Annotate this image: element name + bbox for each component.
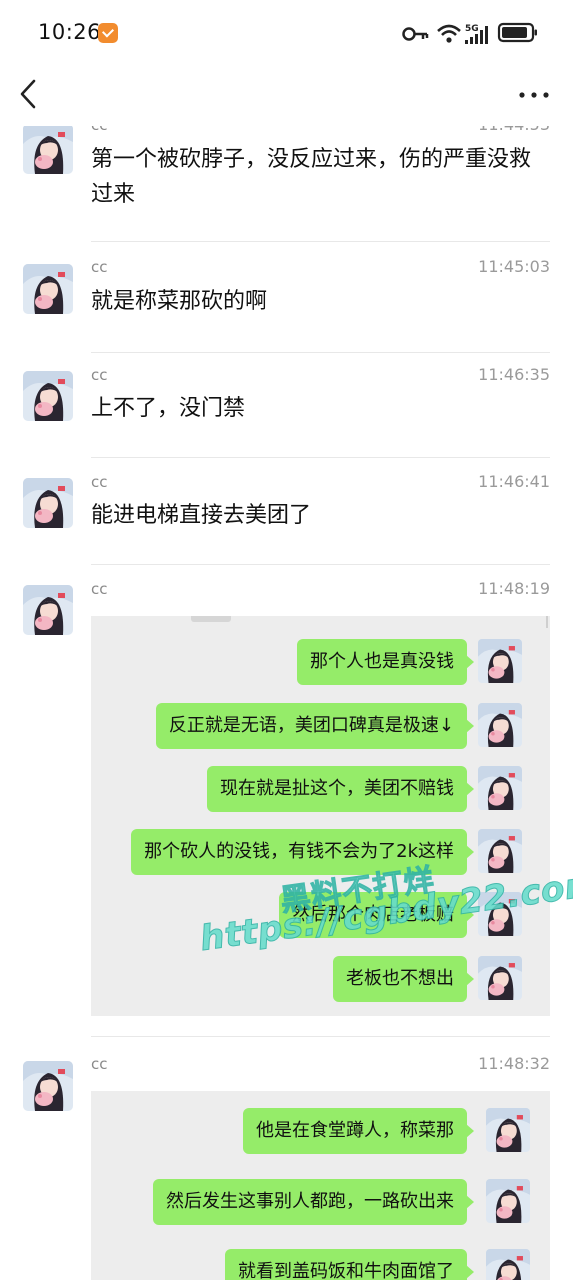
- more-icon[interactable]: [517, 82, 551, 108]
- avatar: [478, 703, 522, 747]
- chat-screenshot[interactable]: 那个人也是真没钱 反正就是无语，美团口碑真是极速↓ 现在就是扯这个，美团不赔钱 …: [91, 616, 550, 1016]
- avatar: [478, 829, 522, 873]
- sender-name: cc: [91, 366, 108, 384]
- blurred-label: [191, 616, 231, 622]
- nav-bar: [0, 64, 573, 126]
- divider: [91, 241, 550, 242]
- avatar[interactable]: [23, 371, 73, 421]
- message-time: 11:44:53: [478, 126, 550, 134]
- chat-screenshot[interactable]: 他是在食堂蹲人，称菜那 然后发生这事别人都跑，一路砍出来 就看到盖码饭和牛肉面馆…: [91, 1091, 550, 1280]
- avatar[interactable]: [23, 264, 73, 314]
- message-text: 能进电梯直接去美团了: [91, 503, 312, 528]
- avatar: [478, 639, 522, 683]
- avatar[interactable]: [23, 585, 73, 635]
- sender-name: cc: [91, 258, 108, 276]
- sender-name: cc: [91, 473, 108, 491]
- message-text: 就是称菜那砍的啊: [91, 289, 268, 314]
- sender-name: cc: [91, 1055, 108, 1073]
- message-text: 第一个被砍脖子，没反应过来，伤的严重没救过来: [91, 147, 532, 207]
- sender-name: cc: [91, 580, 108, 598]
- status-time: 10:26: [38, 20, 102, 44]
- avatar: [478, 766, 522, 810]
- chat-bubble: 现在就是扯这个，美团不赔钱: [207, 766, 474, 812]
- message-text: 上不了，没门禁: [91, 396, 246, 421]
- status-icons: 5G: [402, 22, 537, 44]
- message-time: 11:48:19: [478, 579, 550, 598]
- divider: [91, 1036, 550, 1037]
- message-time: 11:48:32: [478, 1054, 550, 1073]
- chat-bubble: 他是在食堂蹲人，称菜那: [243, 1108, 474, 1154]
- back-icon[interactable]: [14, 76, 44, 112]
- avatar: [486, 1179, 530, 1223]
- list-item[interactable]: cc 11:48:32 他是在食堂蹲人，称菜那 然后发生这事别人都跑，一路砍出来…: [0, 1053, 573, 1280]
- network-type: 5G: [465, 24, 479, 34]
- key-icon: [402, 27, 429, 41]
- chat-bubble: 那个人也是真没钱: [297, 639, 474, 685]
- list-item[interactable]: cc 11:44:53 第一个被砍脖子，没反应过来，伤的严重没救过来: [0, 126, 573, 242]
- list-item[interactable]: cc 11:48:19 那个人也是真没钱 反正就是无语，美团口碑真是极速↓ 现在…: [0, 578, 573, 1038]
- avatar: [486, 1249, 530, 1280]
- avatar[interactable]: [23, 126, 73, 174]
- wifi-icon: [437, 24, 461, 43]
- chat-bubble: 反正就是无语，美团口碑真是极速↓: [155, 703, 475, 749]
- list-item[interactable]: cc 11:46:41 能进电梯直接去美团了: [0, 471, 573, 571]
- avatar[interactable]: [23, 478, 73, 528]
- list-item[interactable]: cc 11:45:03 就是称菜那砍的啊: [0, 256, 573, 356]
- app-notification-icon: [98, 23, 118, 43]
- chat-bubble: 老板也不想出: [333, 956, 474, 1002]
- battery-icon: [497, 22, 537, 43]
- avatar[interactable]: [23, 1061, 73, 1111]
- sender-name: cc: [91, 126, 108, 134]
- divider: [91, 564, 550, 565]
- scroll-edge: [546, 616, 548, 628]
- message-time: 11:46:35: [478, 365, 550, 384]
- avatar: [478, 956, 522, 1000]
- avatar: [478, 892, 522, 936]
- divider: [91, 457, 550, 458]
- avatar: [486, 1108, 530, 1152]
- chat-bubble: 然后那个肉店老板赔: [279, 892, 474, 938]
- chat-bubble: 然后发生这事别人都跑，一路砍出来: [153, 1179, 474, 1225]
- chat-bubble: 那个砍人的没钱，有钱不会为了2k这样: [131, 829, 474, 875]
- message-time: 11:45:03: [478, 257, 550, 276]
- list-item[interactable]: cc 11:46:35 上不了，没门禁: [0, 364, 573, 464]
- chat-bubble: 就看到盖码饭和牛肉面馆了: [225, 1249, 474, 1280]
- message-time: 11:46:41: [478, 472, 550, 491]
- status-bar: 10:26 5G: [0, 0, 573, 64]
- divider: [91, 352, 550, 353]
- message-feed: cc 11:44:53 第一个被砍脖子，没反应过来，伤的严重没救过来 cc 11…: [0, 126, 573, 1280]
